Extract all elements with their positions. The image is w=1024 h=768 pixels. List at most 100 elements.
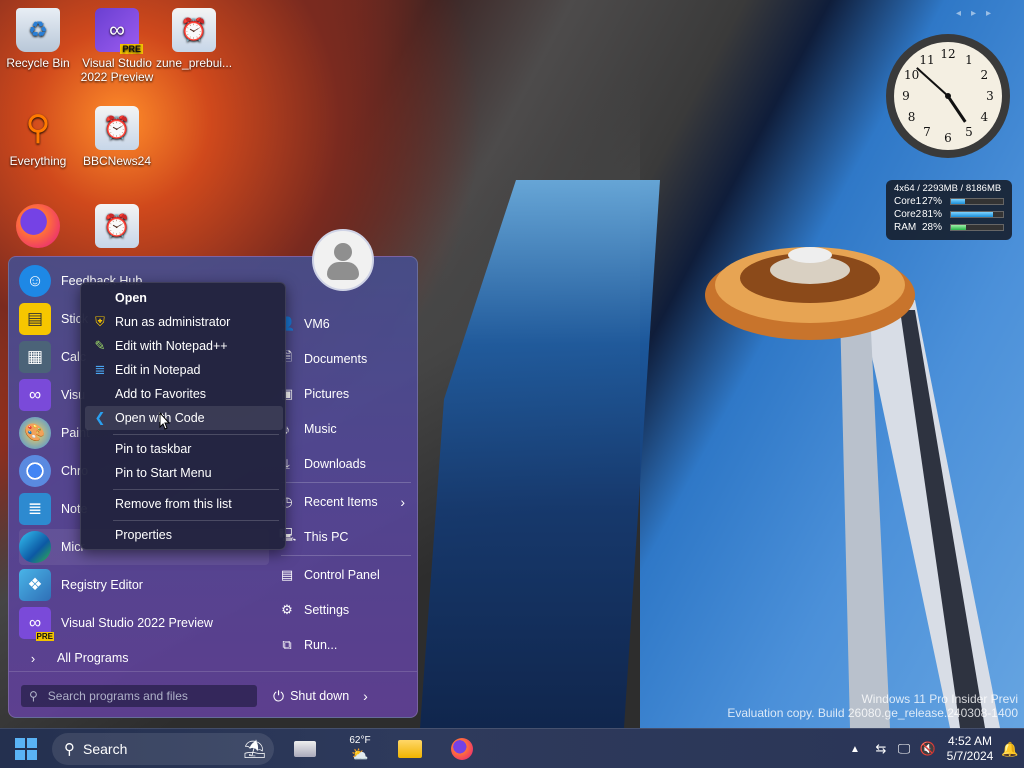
context-item-edit-notepad-plus[interactable]: ✎ Edit with Notepad++	[85, 334, 283, 358]
context-item-open[interactable]: Open	[85, 286, 283, 310]
notepad-icon: ≣	[19, 493, 51, 525]
pre-badge: PRE	[35, 632, 54, 641]
clock-face: 12 1 2 3 4 5 6 7 8 9 10 11	[894, 42, 1002, 150]
taskbar-task-view[interactable]	[290, 733, 320, 765]
avatar-body	[327, 262, 359, 280]
right-item-label: Downloads	[304, 457, 366, 471]
chevron-right-icon[interactable]: ›	[363, 688, 368, 704]
context-item-pin-taskbar[interactable]: Pin to taskbar	[85, 437, 283, 461]
right-item-label: Documents	[304, 352, 368, 366]
vscode-icon: ❮	[94, 410, 106, 425]
meter-value: 81%	[922, 209, 943, 220]
start-search-box[interactable]: ⚲ Search programs and files	[21, 685, 257, 707]
meter-label: RAM	[894, 222, 917, 233]
desktop-icon-recycle-bin[interactable]: ♻ Recycle Bin	[0, 8, 76, 70]
watermark-line1: Windows 11 Pro Insider Previ	[861, 692, 1018, 706]
meter-bar	[950, 198, 1004, 205]
build-watermark: Windows 11 Pro Insider Previ Evaluation …	[727, 692, 1018, 720]
firefox-icon	[16, 204, 60, 248]
desktop-icon-everything[interactable]: ⚲ Everything	[0, 106, 76, 168]
context-item-open-with-code[interactable]: ❮ Open with Code	[85, 406, 283, 430]
cpu-meter-gadget[interactable]: 4x64 / 2293MB / 8186MB Core1 27% Core2 8…	[886, 180, 1012, 240]
user-avatar[interactable]	[312, 229, 374, 291]
cpu-meter-row: Core2 81%	[894, 209, 1004, 220]
shield-icon: ⛨	[95, 314, 105, 329]
chevron-right-icon: ›	[30, 650, 36, 666]
right-item-this-pc[interactable]: 🖳 This PC	[279, 522, 419, 552]
context-item-pin-start[interactable]: Pin to Start Menu	[85, 461, 283, 485]
right-item-label: Run...	[304, 638, 338, 652]
right-item-label: Settings	[304, 603, 350, 617]
meter-fill	[951, 225, 966, 230]
search-placeholder: Search programs and files	[47, 689, 188, 703]
context-item-remove-list[interactable]: Remove from this list	[85, 492, 283, 516]
tray-overflow-chevron[interactable]: ▲	[848, 733, 862, 765]
right-item-control-panel[interactable]: ▤ Control Panel	[279, 560, 419, 590]
context-item-label: Run as administrator	[115, 315, 231, 329]
context-separator	[113, 434, 279, 435]
meter-fill	[951, 199, 966, 204]
desktop-icon-zune-prebuild[interactable]: ⏰ zune_prebui...	[156, 8, 232, 70]
right-item-documents[interactable]: 🗎 Documents	[279, 344, 419, 374]
taskbar-weather[interactable]: 62°F ⛅	[340, 733, 380, 765]
right-item-settings[interactable]: ⚙ Settings	[279, 595, 419, 625]
right-item-pictures[interactable]: ▣ Pictures	[279, 379, 419, 409]
taskbar-search[interactable]: ⚲ Search ⛱	[52, 733, 274, 765]
visual-studio-installer-icon: ∞	[19, 379, 51, 411]
context-item-properties[interactable]: Properties	[85, 523, 283, 547]
clock-numeral: 7	[923, 125, 931, 140]
context-item-run-as-admin[interactable]: ⛨ Run as administrator	[85, 310, 283, 334]
tray-clock[interactable]: 4:52 AM 5/7/2024	[942, 733, 998, 765]
shutdown-button[interactable]: ⏻ Shut down ›	[273, 683, 383, 709]
cpu-meter-row: Core1 27%	[894, 196, 1004, 207]
weather-cloud-icon: ⛅	[351, 746, 369, 762]
paint-icon: 🎨	[19, 417, 51, 449]
notification-bell-icon[interactable]: 🔔	[1000, 733, 1020, 765]
desktop-icon-calculator-clock[interactable]: ⏰	[79, 204, 155, 252]
edge-icon	[19, 531, 51, 563]
visual-studio-icon: ∞ PRE	[19, 607, 54, 641]
context-item-label: Properties	[115, 528, 172, 542]
meter-label: Core1	[894, 196, 922, 207]
tray-date: 5/7/2024	[946, 749, 994, 763]
all-programs-button[interactable]: › All Programs	[19, 645, 269, 671]
start-divider	[9, 671, 417, 672]
context-item-add-favorites[interactable]: Add to Favorites	[85, 382, 283, 406]
pre-badge: PRE	[120, 44, 143, 54]
tray-speaker-muted-icon[interactable]: 🔇	[918, 733, 938, 765]
notepad-icon: ≣	[94, 362, 106, 377]
right-item-recent-items[interactable]: ◷ Recent Items ›	[279, 487, 419, 517]
clock-numeral: 5	[965, 125, 973, 140]
program-item-visual-studio-preview[interactable]: ∞ PRE Visual Studio 2022 Preview	[19, 605, 269, 641]
tray-network-icon[interactable]: ⇆	[872, 733, 890, 765]
gadget-nav-arrows[interactable]: ◂▸▸	[956, 8, 1001, 19]
desktop-icon-visual-studio[interactable]: ∞ PRE Visual Studio 2022 Preview	[79, 8, 155, 84]
search-icon: ⚲	[29, 689, 38, 703]
tray-display-icon[interactable]: 🖵	[894, 733, 914, 765]
program-label: Registry Editor	[61, 578, 143, 592]
desktop-icon-bbcnews24[interactable]: ⏰ BBCNews24	[79, 106, 155, 168]
context-item-edit-notepad[interactable]: ≣ Edit in Notepad	[85, 358, 283, 382]
clock-numeral: 6	[944, 131, 952, 145]
program-item-registry-editor[interactable]: ❖ Registry Editor	[19, 567, 269, 603]
context-item-label: Pin to taskbar	[115, 442, 192, 456]
calculator-icon: ▦	[19, 341, 51, 373]
right-item-user-folder[interactable]: 👤 VM6	[279, 309, 419, 339]
desktop-icon-firefox[interactable]	[0, 204, 76, 252]
clock-gadget[interactable]: 12 1 2 3 4 5 6 7 8 9 10 11	[886, 34, 1010, 158]
context-item-label: Open	[115, 291, 147, 305]
context-separator	[113, 489, 279, 490]
right-item-label: VM6	[304, 317, 330, 331]
power-icon: ⏻	[273, 687, 285, 704]
feedback-hub-icon: ☺	[19, 265, 51, 297]
right-item-music[interactable]: ♪ Music	[279, 414, 419, 444]
desktop-icon-label: BBCNews24	[82, 154, 152, 168]
right-item-run[interactable]: ⧉ Run...	[279, 630, 419, 660]
program-label: Visual Studio 2022 Preview	[61, 616, 213, 630]
right-item-downloads[interactable]: ⤓ Downloads	[279, 449, 419, 479]
taskbar-file-explorer[interactable]	[394, 733, 426, 765]
desktop-icon-label: Recycle Bin	[6, 56, 70, 70]
taskbar-firefox[interactable]	[446, 733, 478, 765]
start-button[interactable]	[8, 733, 44, 765]
calculator-clock-icon: ⏰	[95, 106, 139, 150]
